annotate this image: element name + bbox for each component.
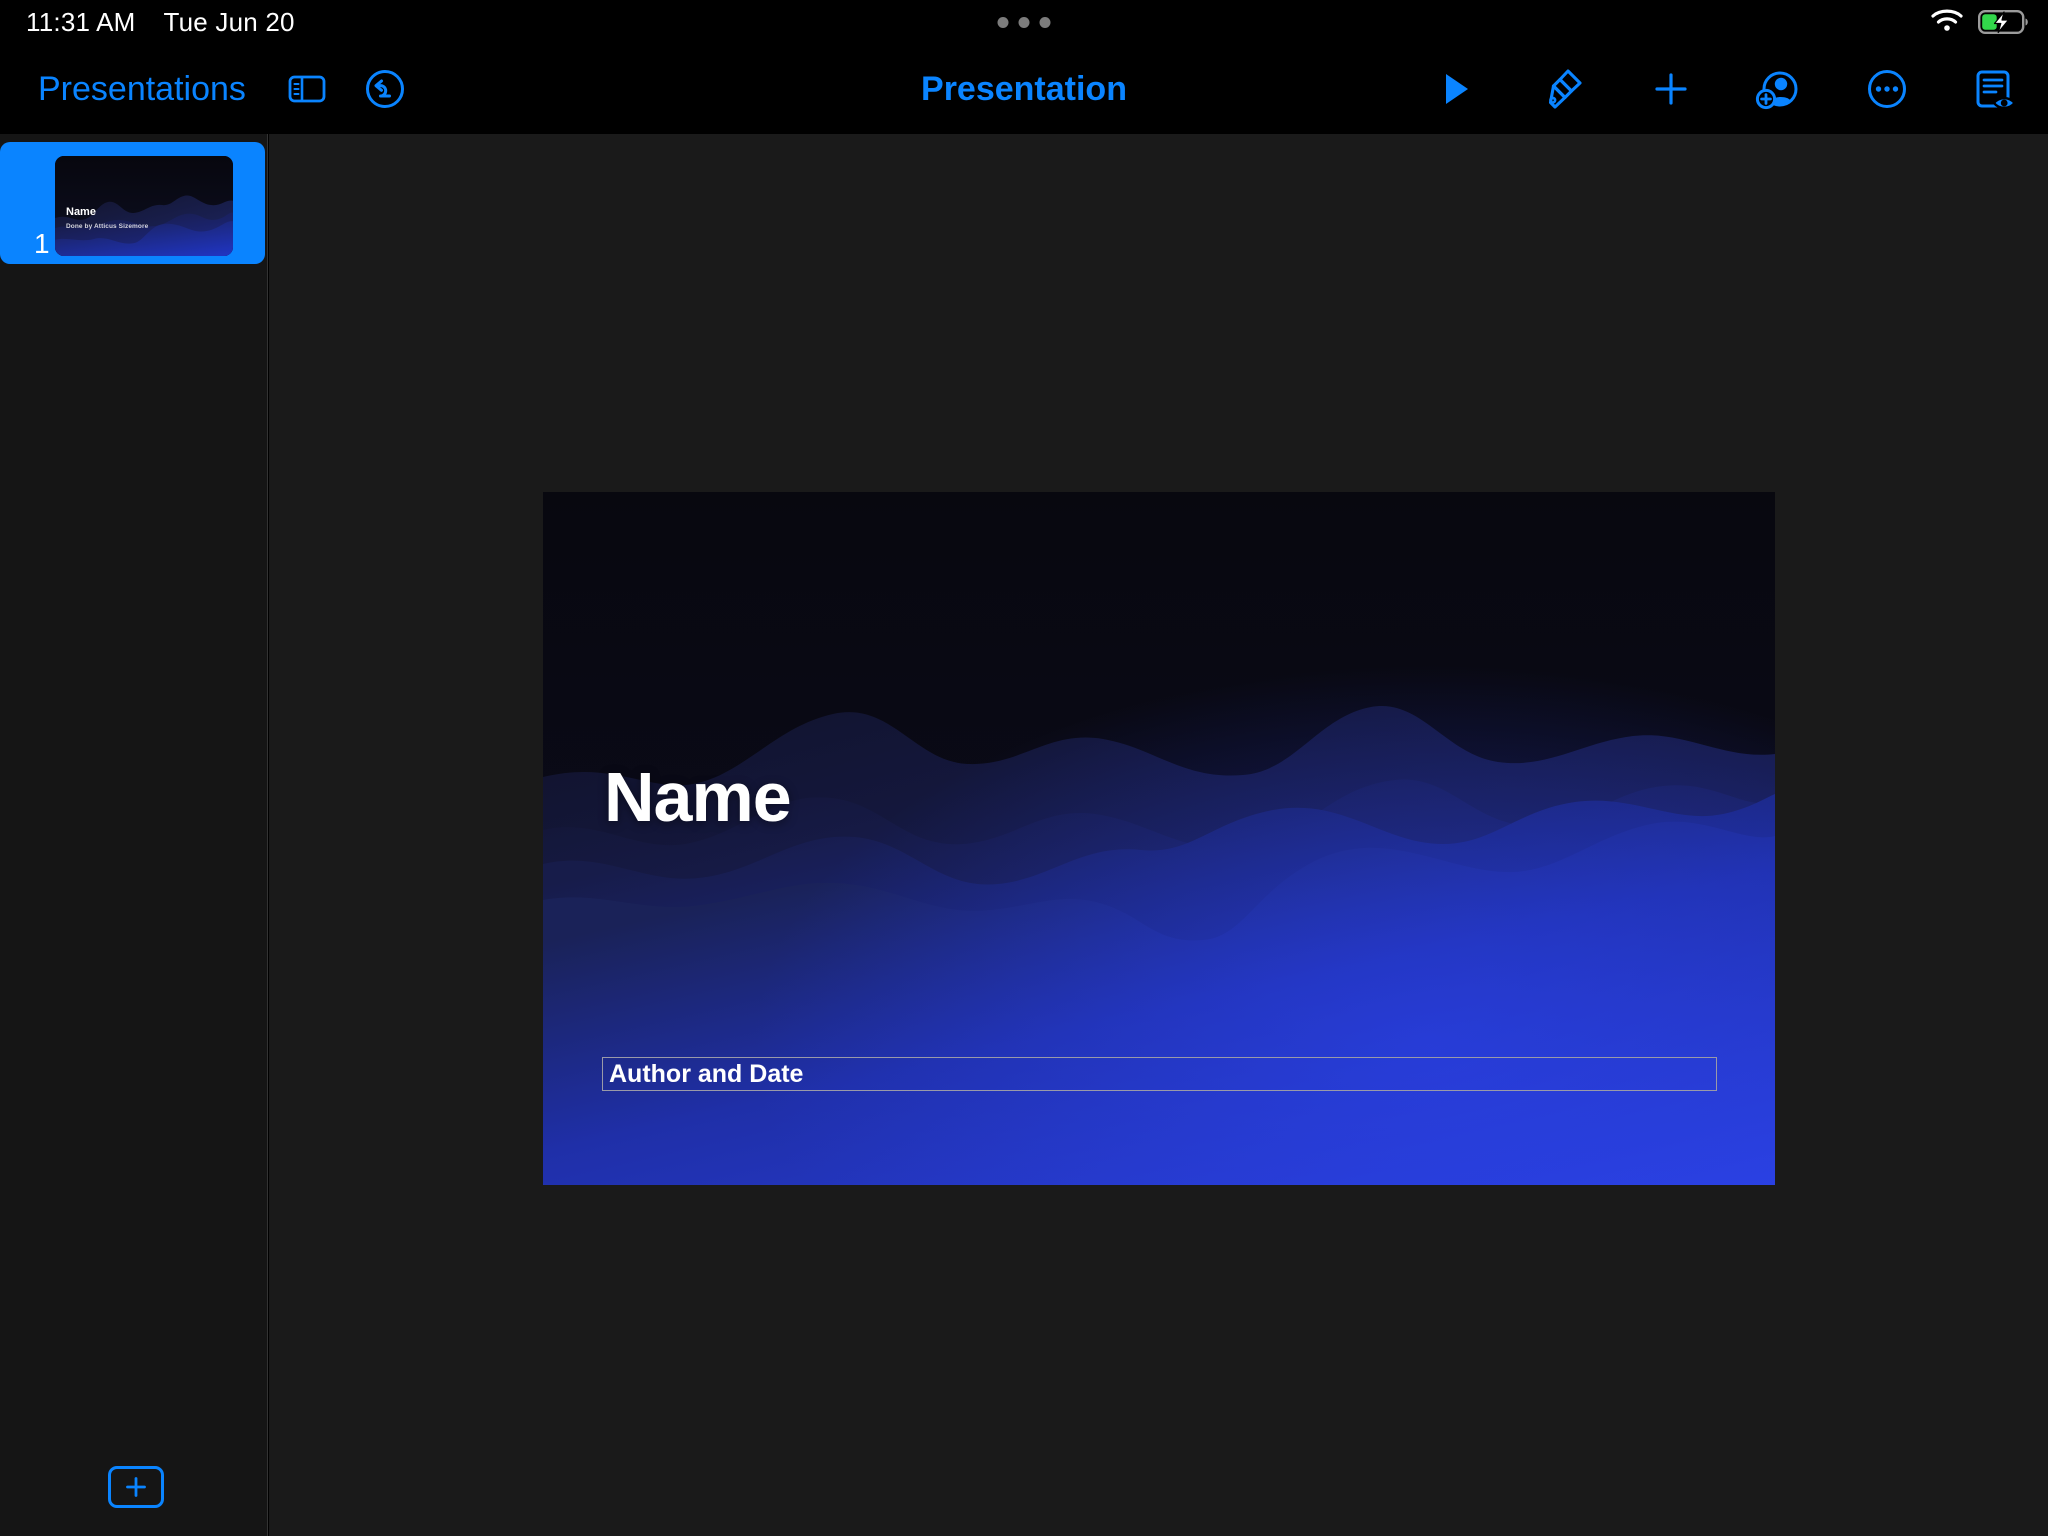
slide-author-placeholder-box[interactable]: Author and Date <box>602 1057 1717 1091</box>
slide-navigator-item[interactable]: Name Done by Atticus Sizemore 1 <box>0 142 265 264</box>
app-toolbar: Presentations <box>0 44 2048 134</box>
plus-icon <box>123 1474 149 1500</box>
wifi-icon <box>1930 7 1964 38</box>
play-triangle-icon[interactable] <box>1416 50 1494 128</box>
current-slide[interactable]: Name Author and Date <box>543 492 1775 1185</box>
thumbnail-subtitle: Done by Atticus Sizemore <box>66 224 148 231</box>
handle-dot <box>998 17 1009 28</box>
add-person-icon[interactable] <box>1740 50 1818 128</box>
thumbnail-title: Name <box>66 207 96 218</box>
slide-thumbnail[interactable]: Name Done by Atticus Sizemore <box>55 156 233 256</box>
status-date: Tue Jun 20 <box>164 7 295 38</box>
document-eye-icon[interactable] <box>1956 50 2034 128</box>
ellipsis-circle-icon[interactable] <box>1848 50 1926 128</box>
status-time: 11:31 AM <box>26 7 136 38</box>
status-bar-right <box>1930 0 2030 44</box>
handle-dot <box>1040 17 1051 28</box>
slide-author-text: Author and Date <box>603 1062 803 1087</box>
toolbar-left-group: Presentations <box>0 44 424 134</box>
toolbar-right-group <box>1416 44 2034 134</box>
status-bar-left: 11:31 AM Tue Jun 20 <box>26 0 295 44</box>
undo-circle-arrow-icon[interactable] <box>346 50 424 128</box>
battery-charging-icon <box>1978 9 2030 35</box>
slide-navigator-sidebar[interactable]: Name Done by Atticus Sizemore 1 <box>0 134 268 1536</box>
three-dots-handle[interactable] <box>998 17 1051 28</box>
document-title[interactable]: Presentation <box>921 44 1127 134</box>
sidebar-toggle-icon[interactable] <box>268 50 346 128</box>
handle-dot <box>1019 17 1030 28</box>
back-to-presentations-button[interactable]: Presentations <box>0 70 268 109</box>
paintbrush-icon[interactable] <box>1524 50 1602 128</box>
add-slide-button[interactable] <box>108 1466 164 1508</box>
keynote-app-window: 11:31 AM Tue Jun 20 <box>0 0 2048 1536</box>
slide-canvas[interactable]: Name Author and Date <box>269 134 2048 1536</box>
plus-icon[interactable] <box>1632 50 1710 128</box>
slide-number: 1 <box>34 230 50 258</box>
status-bar: 11:31 AM Tue Jun 20 <box>0 0 2048 44</box>
slide-title-text[interactable]: Name <box>604 762 791 832</box>
